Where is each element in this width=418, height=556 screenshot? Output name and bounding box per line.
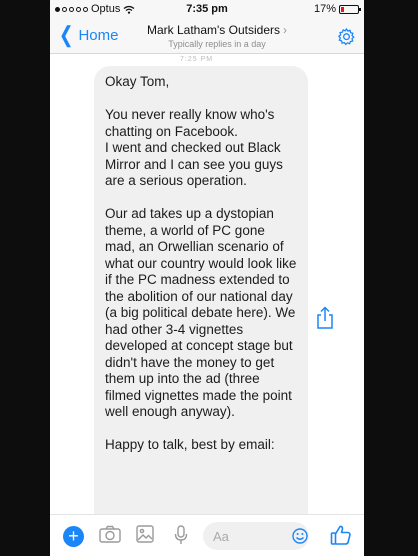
status-bar: Optus 7:35 pm 17% — [50, 0, 364, 20]
message-timestamp: 7:25 PM — [180, 56, 214, 63]
microphone-icon[interactable] — [174, 525, 188, 545]
message-composer: + — [50, 514, 364, 556]
camera-icon[interactable] — [99, 525, 121, 543]
message-thread[interactable]: 7:25 PM Okay Tom, You never really know … — [50, 54, 364, 514]
phone-screen: Optus 7:35 pm 17% ❮ Home Mark Latham's O… — [50, 0, 364, 556]
share-icon[interactable] — [315, 306, 335, 330]
chevron-right-icon: › — [283, 23, 287, 37]
gear-icon[interactable] — [337, 27, 356, 46]
response-time-subtitle: Typically replies in a day — [168, 39, 266, 49]
image-icon[interactable] — [136, 525, 154, 543]
thumbs-up-icon[interactable] — [330, 524, 352, 546]
battery-icon — [339, 4, 361, 14]
conversation-header: ❮ Home Mark Latham's Outsiders › Typicall… — [50, 20, 364, 54]
emoji-icon[interactable] — [292, 528, 308, 544]
message-bubble[interactable]: Okay Tom, You never really know who's ch… — [94, 66, 308, 514]
chevron-left-icon: ❮ — [58, 22, 74, 47]
plus-icon[interactable]: + — [63, 526, 84, 547]
chat-name: Mark Latham's Outsiders — [146, 23, 280, 37]
conversation-title[interactable]: Mark Latham's Outsiders › Typically repli… — [110, 23, 324, 49]
battery-percent: 17% — [313, 3, 336, 15]
battery-indicator: 17% — [313, 3, 361, 15]
